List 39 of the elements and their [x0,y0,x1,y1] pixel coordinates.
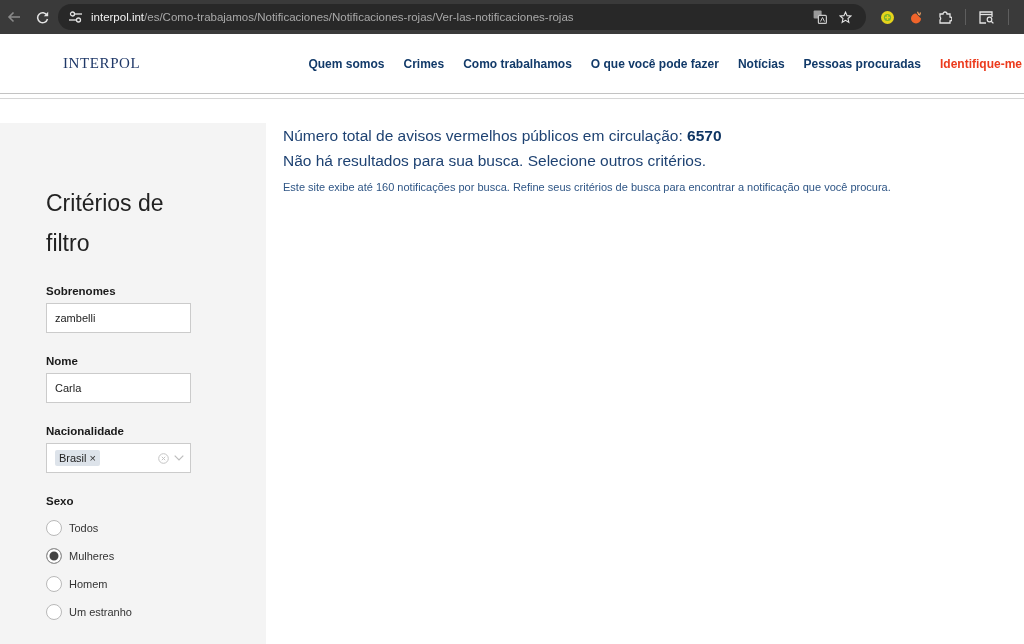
radio-button[interactable] [46,604,62,620]
filter-heading: Critérios de filtro [46,189,165,258]
sliders-icon[interactable] [69,11,82,23]
plus-circle-icon[interactable] [881,10,894,24]
radio-label[interactable]: Um estranho [69,606,132,618]
tag-label: Brasil [59,452,87,464]
search-limit-note: Este site exibe até 160 notificações por busca. Refine seus critérios de busca para encontrar a notificação que você procura. [283,180,891,195]
address-bar[interactable]: interpol.int/es/Como-trabajamos/Notificaciones/Notificaciones-rojas/Ver-las-notificaciones-rojas [58,4,866,30]
result-count-text: Número total de avisos vermelhos públicos em circulação: 6570 [283,126,722,146]
nav-link[interactable]: O que você pode fazer [590,56,719,71]
fruit-icon[interactable] [910,10,923,24]
nav-link[interactable]: Como trabalhamos [463,56,572,71]
radio-label[interactable]: Homem [69,578,108,590]
field-label: Nacionalidade [46,424,124,439]
nationality-select[interactable]: Brasil × [46,443,191,473]
reload-icon[interactable] [36,10,49,24]
logo-text[interactable]: INTERPOL [63,55,141,72]
radio-label[interactable]: Mulheres [69,550,115,562]
nav-link[interactable]: Notícias [737,56,785,71]
no-results-message: Não há resultados para sua busca. Selecione outros critérios. [283,151,707,171]
radio-label[interactable]: Todos [69,522,99,534]
nav-link[interactable]: Quem somos [308,56,385,71]
url-text: interpol.int/es/Como-trabajamos/Notificaciones/Notificaciones-rojas/Ver-las-notificaciones-rojas [91,11,575,23]
puzzle-icon[interactable] [938,10,952,24]
tab-search-icon[interactable] [979,10,994,24]
radio-button[interactable] [46,576,62,592]
nav-link[interactable]: Pessoas procuradas [803,56,921,71]
nav-link[interactable]: Identifique-me [940,56,1022,71]
star-icon[interactable] [839,10,852,24]
text-field[interactable]: Carla [46,373,191,403]
field-label: Nome [46,354,78,369]
radio-button[interactable] [46,548,62,564]
text-field[interactable]: zambelli [46,303,191,333]
radio-button[interactable] [46,520,62,536]
remove-tag-button[interactable]: × [86,452,96,464]
field-label: Sexo [46,494,74,509]
nav-link[interactable]: Crimes [403,56,445,71]
translate-icon[interactable] [813,10,827,24]
field-label: Sobrenomes [46,284,116,299]
